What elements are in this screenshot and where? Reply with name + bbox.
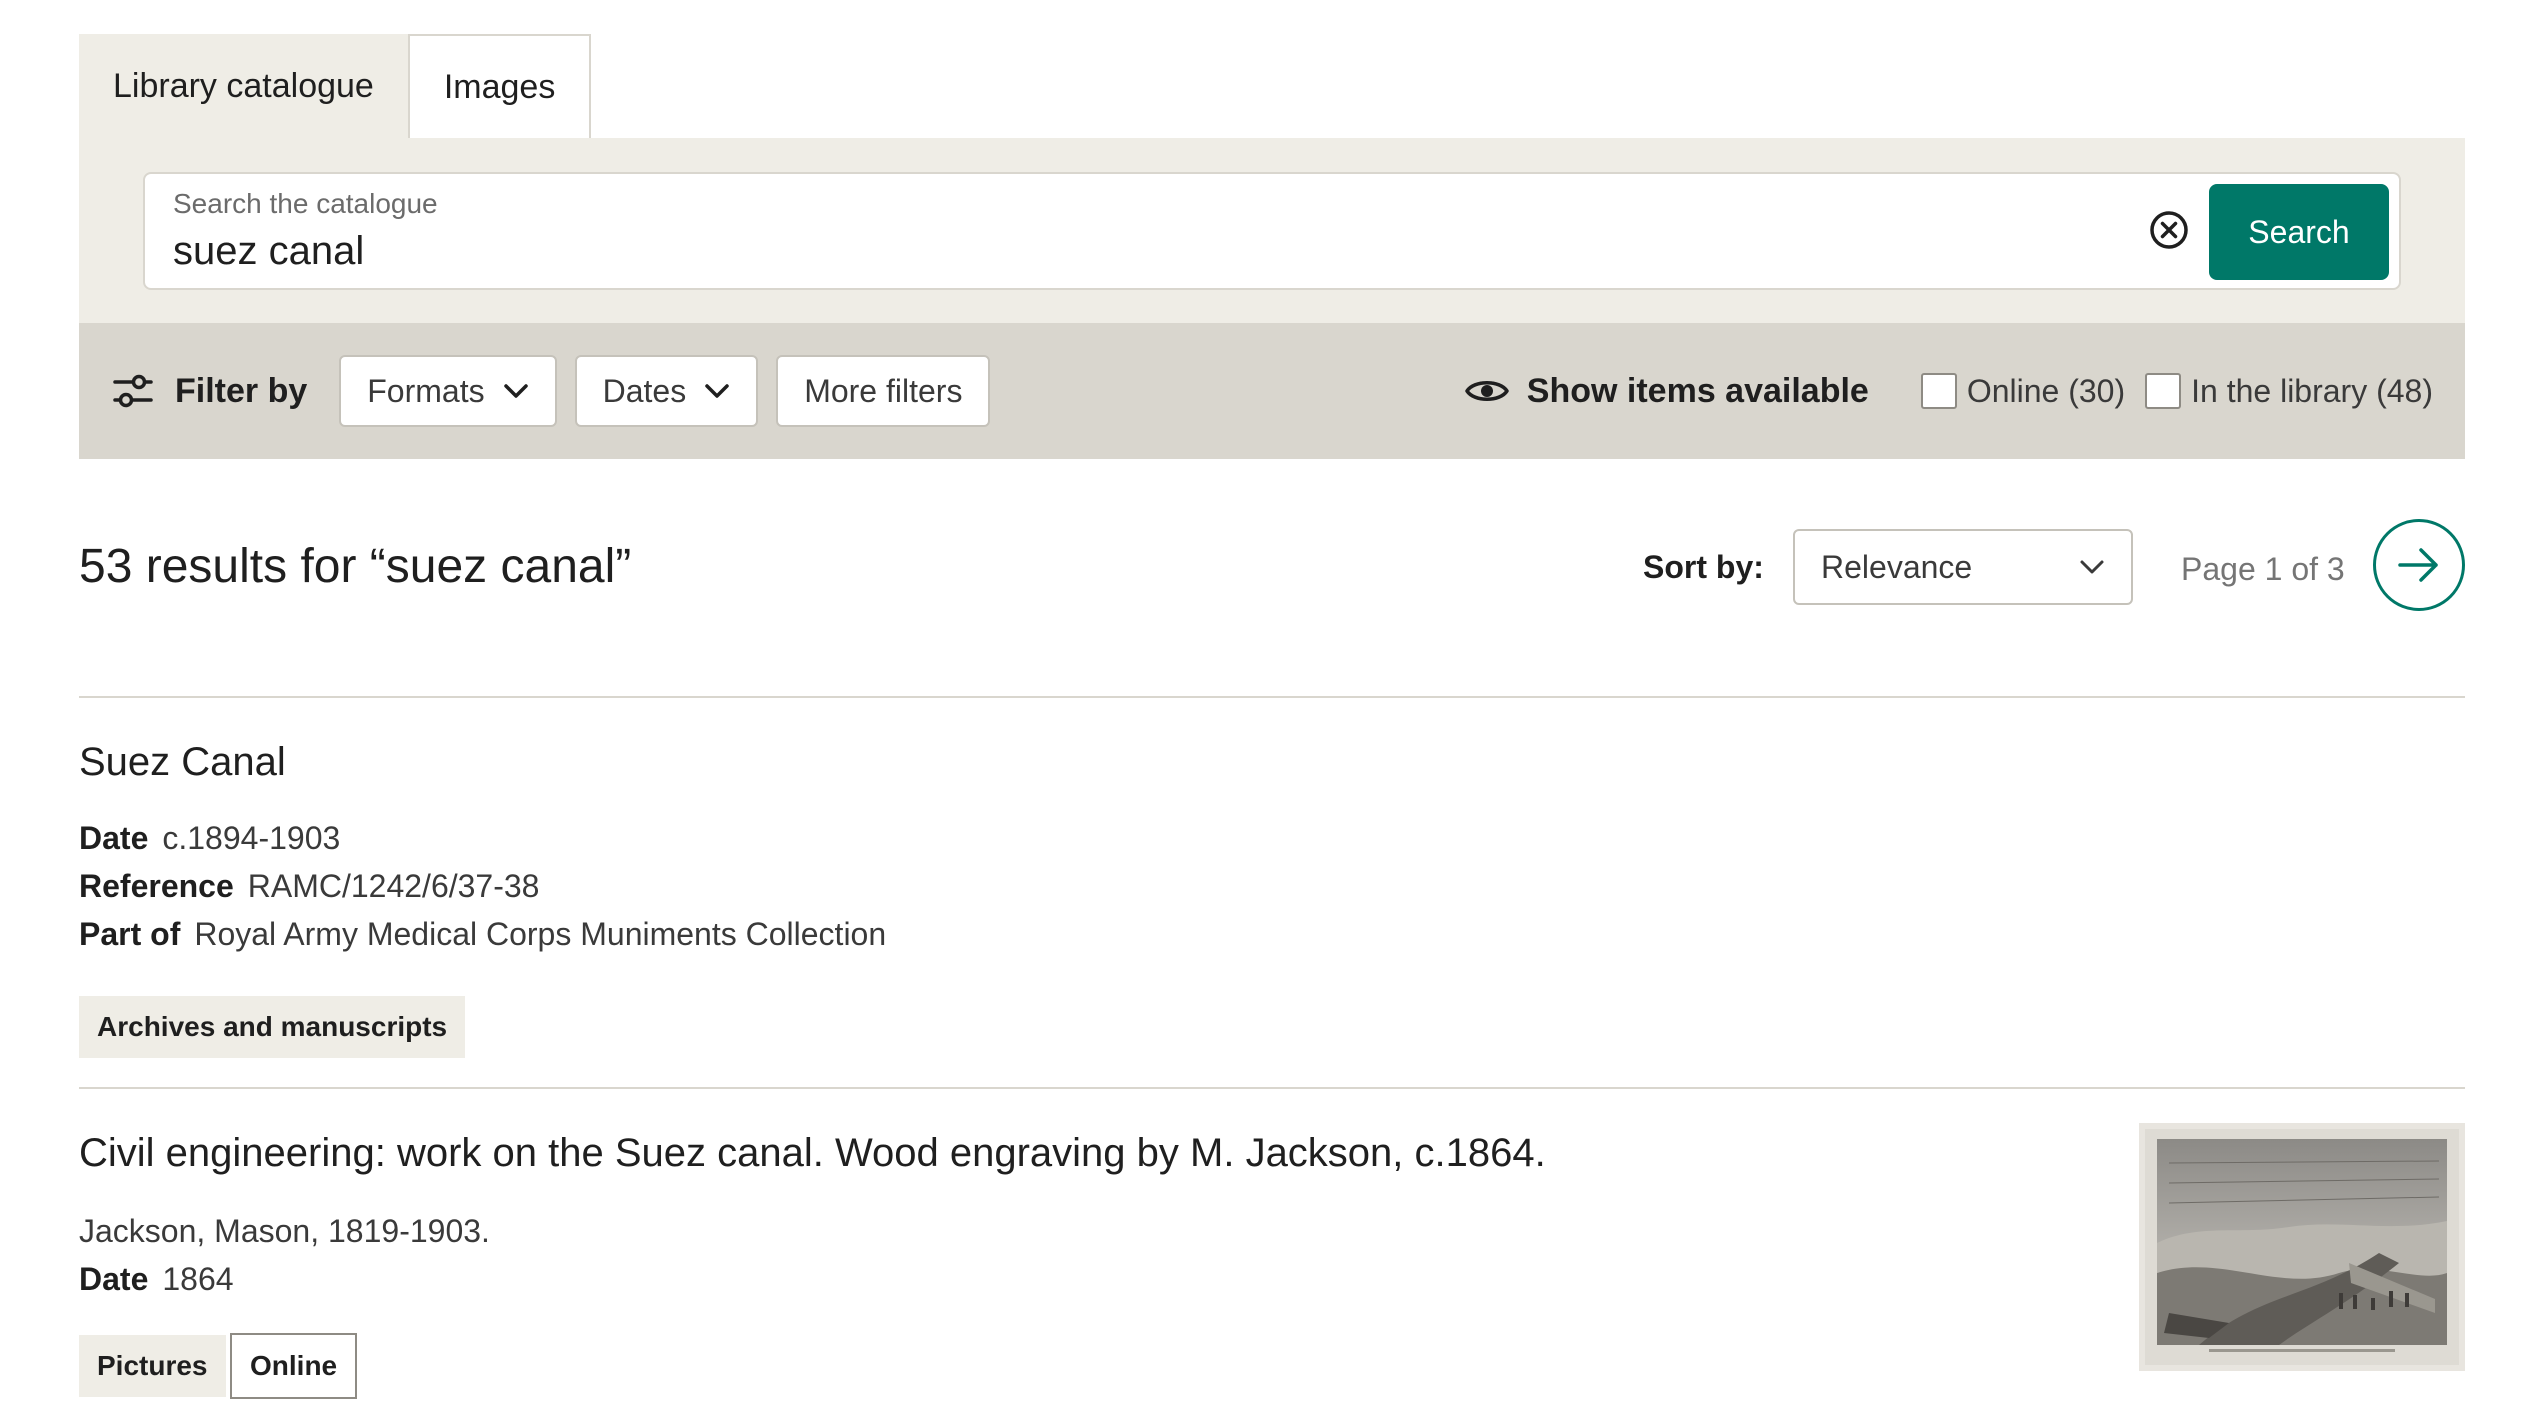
sliders-icon [113,374,153,408]
tab-images[interactable]: Images [407,34,592,138]
meta-value: Royal Army Medical Corps Muniments Colle… [194,916,887,952]
filter-bar: Filter by Formats Dates More filters Sho… [79,323,2465,459]
tab-library-catalogue[interactable]: Library catalogue [79,34,408,138]
result-item: Suez Canal Date c.1894-1903 Reference RAMC… [79,698,2465,1089]
search-input[interactable] [173,226,2073,276]
meta-value: c.1894-1903 [162,820,341,856]
clear-search-button[interactable] [2147,208,2191,252]
result-part-of: Part of Royal Army Medical Corps Muniment… [79,916,886,953]
sort-select[interactable]: Relevance [1793,529,2133,605]
result-title[interactable]: Civil engineering: work on the Suez cana… [79,1131,1546,1176]
filter-by-label: Filter by [175,371,308,410]
search-button[interactable]: Search [2209,184,2389,280]
format-tag: Archives and manuscripts [79,996,466,1058]
clear-circle-x-icon [2150,211,2188,249]
meta-value: RAMC/1242/6/37-38 [247,868,540,904]
availability-filter: Show items available Online (30) In the … [1465,323,2433,459]
result-reference: Reference RAMC/1242/6/37-38 [79,868,539,905]
result-date: Date c.1894-1903 [79,820,340,857]
next-page-button[interactable] [2373,519,2465,611]
formats-dropdown-label: Formats [367,372,485,409]
arrow-right-icon [2398,548,2438,582]
in-library-checkbox-box[interactable] [2145,373,2182,409]
sort-label: Sort by: [1643,549,1764,585]
meta-label: Date [79,1261,149,1297]
online-checkbox-label: Online (30) [1966,372,2126,409]
format-tag: Pictures [79,1335,226,1397]
dates-dropdown-label: Dates [602,372,687,409]
more-filters-label: More filters [804,372,963,409]
sort-select-value: Relevance [1821,548,1973,585]
chevron-down-icon [704,383,730,399]
in-library-checkbox-label: In the library (48) [2191,372,2433,409]
result-item: Civil engineering: work on the Suez cana… [79,1089,2465,1419]
result-title[interactable]: Suez Canal [79,740,286,785]
result-contributor: Jackson, Mason, 1819-1903. [79,1213,490,1249]
search-box: Search the catalogue Search [143,172,2401,290]
online-checkbox-box[interactable] [1920,373,1957,409]
search-label: Search the catalogue [173,188,438,219]
search-tabs: Library catalogue Images [79,34,2465,138]
meta-label: Date [79,820,149,856]
availability-label-text: Show items available [1526,371,1869,410]
eye-icon [1465,381,1509,401]
results-count-heading: 53 results for “suez canal” [79,540,632,593]
page-indicator: Page 1 of 3 [2181,551,2345,587]
results-header: 53 results for “suez canal” Sort by: Rel… [79,459,2465,698]
availability-label: Show items available [1465,372,1869,411]
in-library-checkbox[interactable]: In the library (48) [2145,373,2433,410]
dates-dropdown[interactable]: Dates [574,355,759,427]
filter-by: Filter by [113,372,307,411]
chevron-down-icon [503,383,529,399]
search-panel: Search the catalogue Search [79,138,2465,323]
formats-dropdown[interactable]: Formats [339,355,557,427]
chevron-down-icon [2080,560,2104,574]
catalogue-search-page: Library catalogue Images Search the cata… [79,34,2465,1419]
meta-label: Part of [79,916,181,952]
online-checkbox[interactable]: Online (30) [1920,372,2126,410]
meta-value: 1864 [162,1261,234,1297]
availability-tag: Online [230,1333,358,1399]
more-filters-button[interactable]: More filters [776,355,991,427]
meta-label: Reference [79,868,234,904]
result-date: Date 1864 [79,1261,234,1298]
engraving-thumbnail[interactable] [2139,1123,2465,1371]
